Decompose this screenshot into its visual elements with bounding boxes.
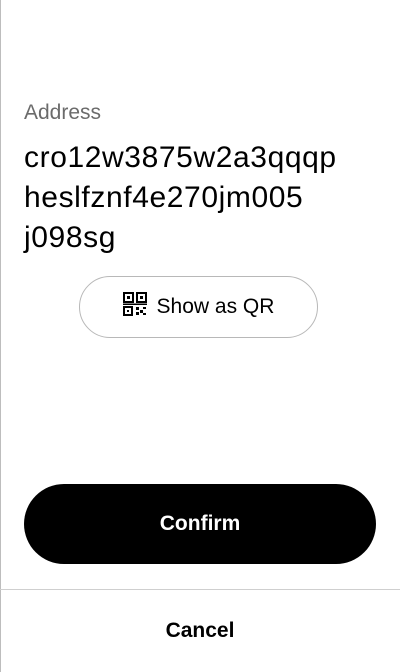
cancel-button[interactable]: Cancel: [0, 590, 400, 672]
confirm-button[interactable]: Confirm: [24, 484, 376, 564]
show-as-qr-button[interactable]: Show as QR: [79, 276, 318, 338]
confirm-label: Confirm: [159, 512, 241, 535]
address-line: heslfznf4e270jm005: [24, 181, 304, 214]
address-label: Address: [24, 101, 102, 124]
address-line: cro12w3875w2a3qqqp: [24, 141, 337, 174]
address-value: cro12w3875w2a3qqqp heslfznf4e270jm005 j098…: [24, 138, 337, 258]
cancel-label: Cancel: [165, 619, 235, 642]
show-as-qr-label: Show as QR: [156, 295, 275, 318]
left-border: [0, 0, 1, 672]
qr-code-icon: [122, 292, 147, 322]
address-line: j098sg: [24, 221, 117, 254]
